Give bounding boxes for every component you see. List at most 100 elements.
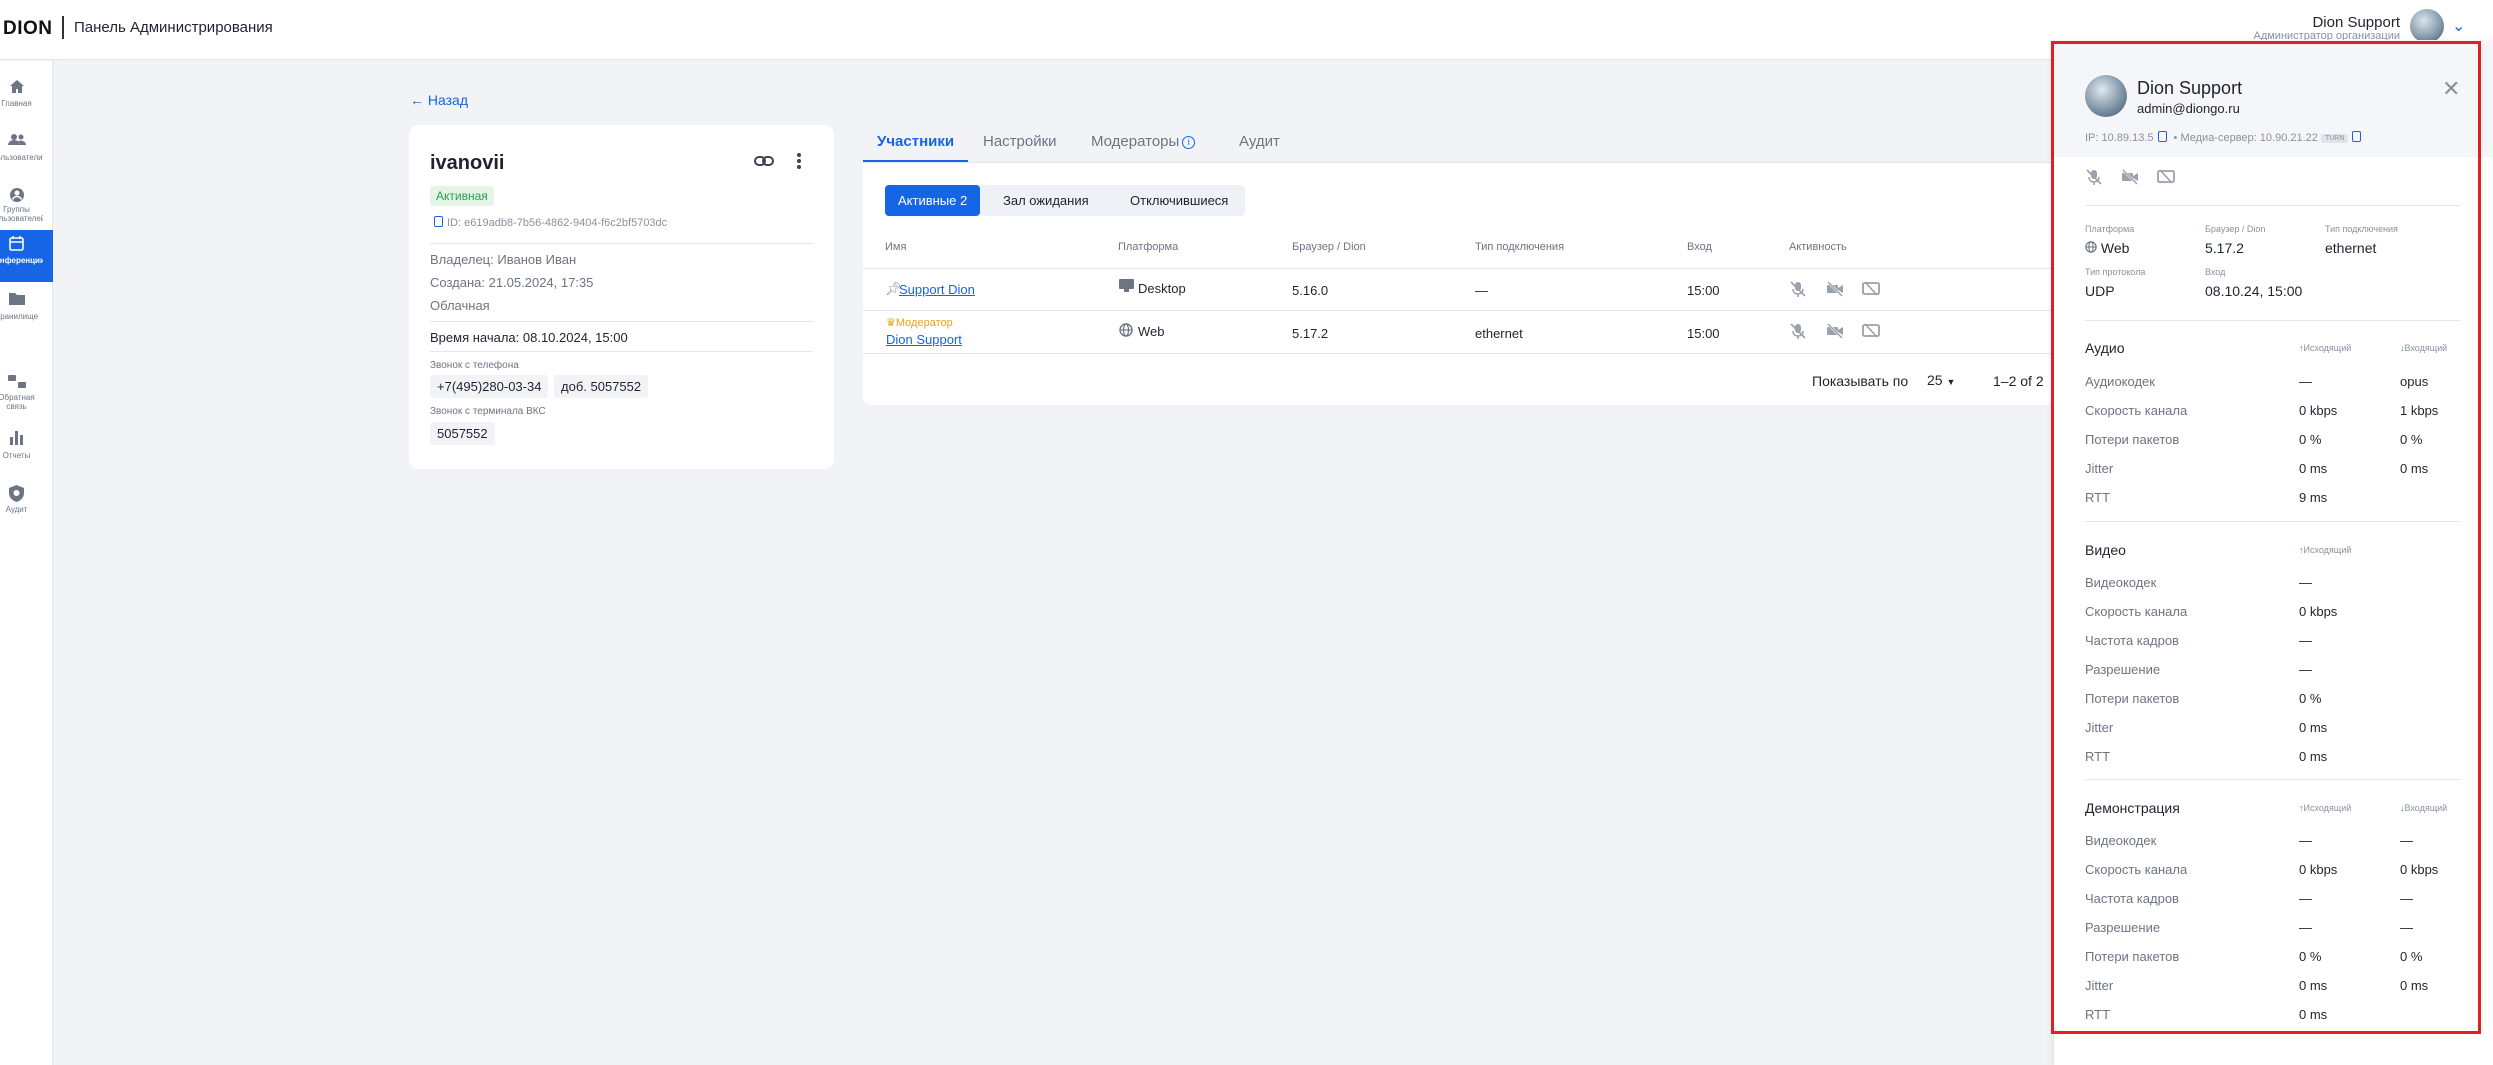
copy-icon[interactable] [2157,131,2167,142]
stat-incoming-value: 0 kbps [2400,862,2439,877]
feedback-icon [0,375,33,393]
sidebar-item-groups[interactable]: Группы пользователей [0,181,53,233]
stat-label: Скорость канала [2085,604,2188,619]
stat-label: Видеокодек [2085,575,2157,590]
chevron-down-icon[interactable]: ⌄ [2452,16,2465,36]
info-value: UDP [2085,283,2115,299]
moderator-label: Модератор [895,317,953,329]
page-size-select[interactable]: 25 ▼ [1927,372,1955,388]
home-icon [0,79,33,98]
mic-off-icon [1789,280,1807,298]
participant-name[interactable]: Support Dion [899,282,975,297]
column-header-activity[interactable]: Активность [1789,241,1847,253]
sidebar-item-label: Пользователи [0,153,43,162]
sidebar-item-users[interactable]: Пользователи [0,127,53,179]
stat-label: Скорость канала [2085,862,2188,877]
copy-icon[interactable] [2352,131,2362,142]
stat-label: RTT [2085,490,2111,505]
copy-icon[interactable] [434,216,443,227]
shield-icon [0,485,33,506]
column-header-platform[interactable]: Платформа [1118,241,1178,253]
stat-incoming-value: — [2400,833,2413,848]
avatar[interactable] [2410,9,2444,43]
stat-label: RTT [2085,1007,2111,1022]
stat-outgoing-value: 0 ms [2299,978,2328,993]
row-divider [863,310,2053,311]
sidebar-item-home[interactable]: Главная [0,73,53,125]
column-header-connection[interactable]: Тип подключения [1475,241,1564,253]
tab-bar: Участники Настройки Модераторы i Аудит [863,125,2053,162]
enter-time: 15:00 [1687,283,1720,298]
row-divider [863,268,2053,269]
sidebar-item-label: Отчеты [2,451,31,460]
incoming-label: ↓Входящий [2400,803,2447,813]
tab-audit[interactable]: Аудит [1239,133,1280,150]
tab-moderators[interactable]: Модераторы i [1091,133,1196,150]
stat-outgoing-value: — [2299,575,2312,590]
conference-type: Облачная [430,298,490,313]
incoming-text: Входящий [2404,343,2448,353]
phone-number[interactable]: +7(495)280-03-34 [430,375,549,398]
close-icon[interactable]: ✕ [2442,76,2460,102]
tab-settings[interactable]: Настройки [983,133,1057,150]
stat-outgoing-value: — [2299,891,2312,906]
info-label: Тип подключения [2325,224,2398,234]
column-header-enter[interactable]: Вход [1687,241,1712,253]
outgoing-label: ↑Исходящий [2299,545,2351,555]
filter-waiting-room[interactable]: Зал ожидания [990,185,1102,216]
sidebar-item-label: Группы пользователей [0,205,43,223]
participant-name[interactable]: Dion Support [886,332,962,347]
column-header-browser[interactable]: Браузер / Dion [1292,241,1366,253]
tabs-border [863,162,2053,163]
filter-active[interactable]: Активные 2 [885,185,981,216]
chart-icon [0,431,33,449]
info-value: 5.17.2 [2205,240,2244,256]
filter-disconnected[interactable]: Отключившиеся [1117,185,1241,216]
sidebar-item-storage[interactable]: Хранилище [0,286,53,338]
ip-address: IP: 10.89.13.5 [2085,132,2154,144]
phone-extension[interactable]: доб. 5057552 [554,375,649,398]
stat-incoming-value: — [2400,920,2413,935]
stat-label: Потери пакетов [2085,691,2180,706]
user-name[interactable]: Dion Support [2312,14,2400,31]
conference-name: ivanovii [430,152,505,174]
column-header-name[interactable]: Имя [885,241,906,253]
sidebar-item-label: Конференции [0,256,43,265]
camera-off-icon [2121,168,2143,190]
sidebar-item-reports[interactable]: Отчеты [0,425,53,477]
stat-outgoing-value: 0 ms [2299,749,2328,764]
info-platform: Web [2085,240,2129,256]
stat-label: Частота кадров [2085,891,2179,906]
stat-label: Потери пакетов [2085,949,2180,964]
browser-version: 5.17.2 [1292,326,1329,341]
participant-filter: Активные 2 Зал ожидания Отключившиеся [885,185,1245,216]
mic-off-icon [1789,322,1807,340]
stat-label: Jitter [2085,720,2114,735]
row-divider [863,353,2053,354]
divider [2085,779,2460,780]
tab-participants[interactable]: Участники [877,133,954,150]
stat-label: Аудиокодек [2085,374,2155,389]
outgoing-text: Исходящий [2303,343,2352,353]
back-link[interactable]: ← Назад [410,92,468,108]
stat-incoming-value: 0 ms [2400,461,2429,476]
more-vertical-icon[interactable] [789,151,809,171]
sidebar-item-conferences[interactable]: Конференции [0,230,53,282]
dion-logo[interactable]: DION [3,18,53,40]
stat-label: Jitter [2085,978,2114,993]
stat-outgoing-value: 0 % [2299,949,2322,964]
link-icon[interactable] [753,150,775,172]
stat-incoming-value: 0 ms [2400,978,2429,993]
sidebar-item-audit[interactable]: Аудит [0,479,53,531]
conference-id[interactable]: ID: e619adb8-7b56-4862-9404-f6c2bf5703dc [430,216,667,229]
groups-icon [0,187,33,207]
vks-number[interactable]: 5057552 [430,422,495,445]
sidebar-item-feedback[interactable]: Обратная связь [0,369,53,421]
stat-outgoing-value: 0 ms [2299,720,2328,735]
desktop-icon [1119,279,1134,295]
stat-label: Разрешение [2085,662,2161,677]
info-value: 08.10.24, 15:00 [2205,283,2303,299]
stat-label: RTT [2085,749,2111,764]
web-globe-icon [2085,241,2097,253]
info-value: ethernet [2325,240,2377,256]
